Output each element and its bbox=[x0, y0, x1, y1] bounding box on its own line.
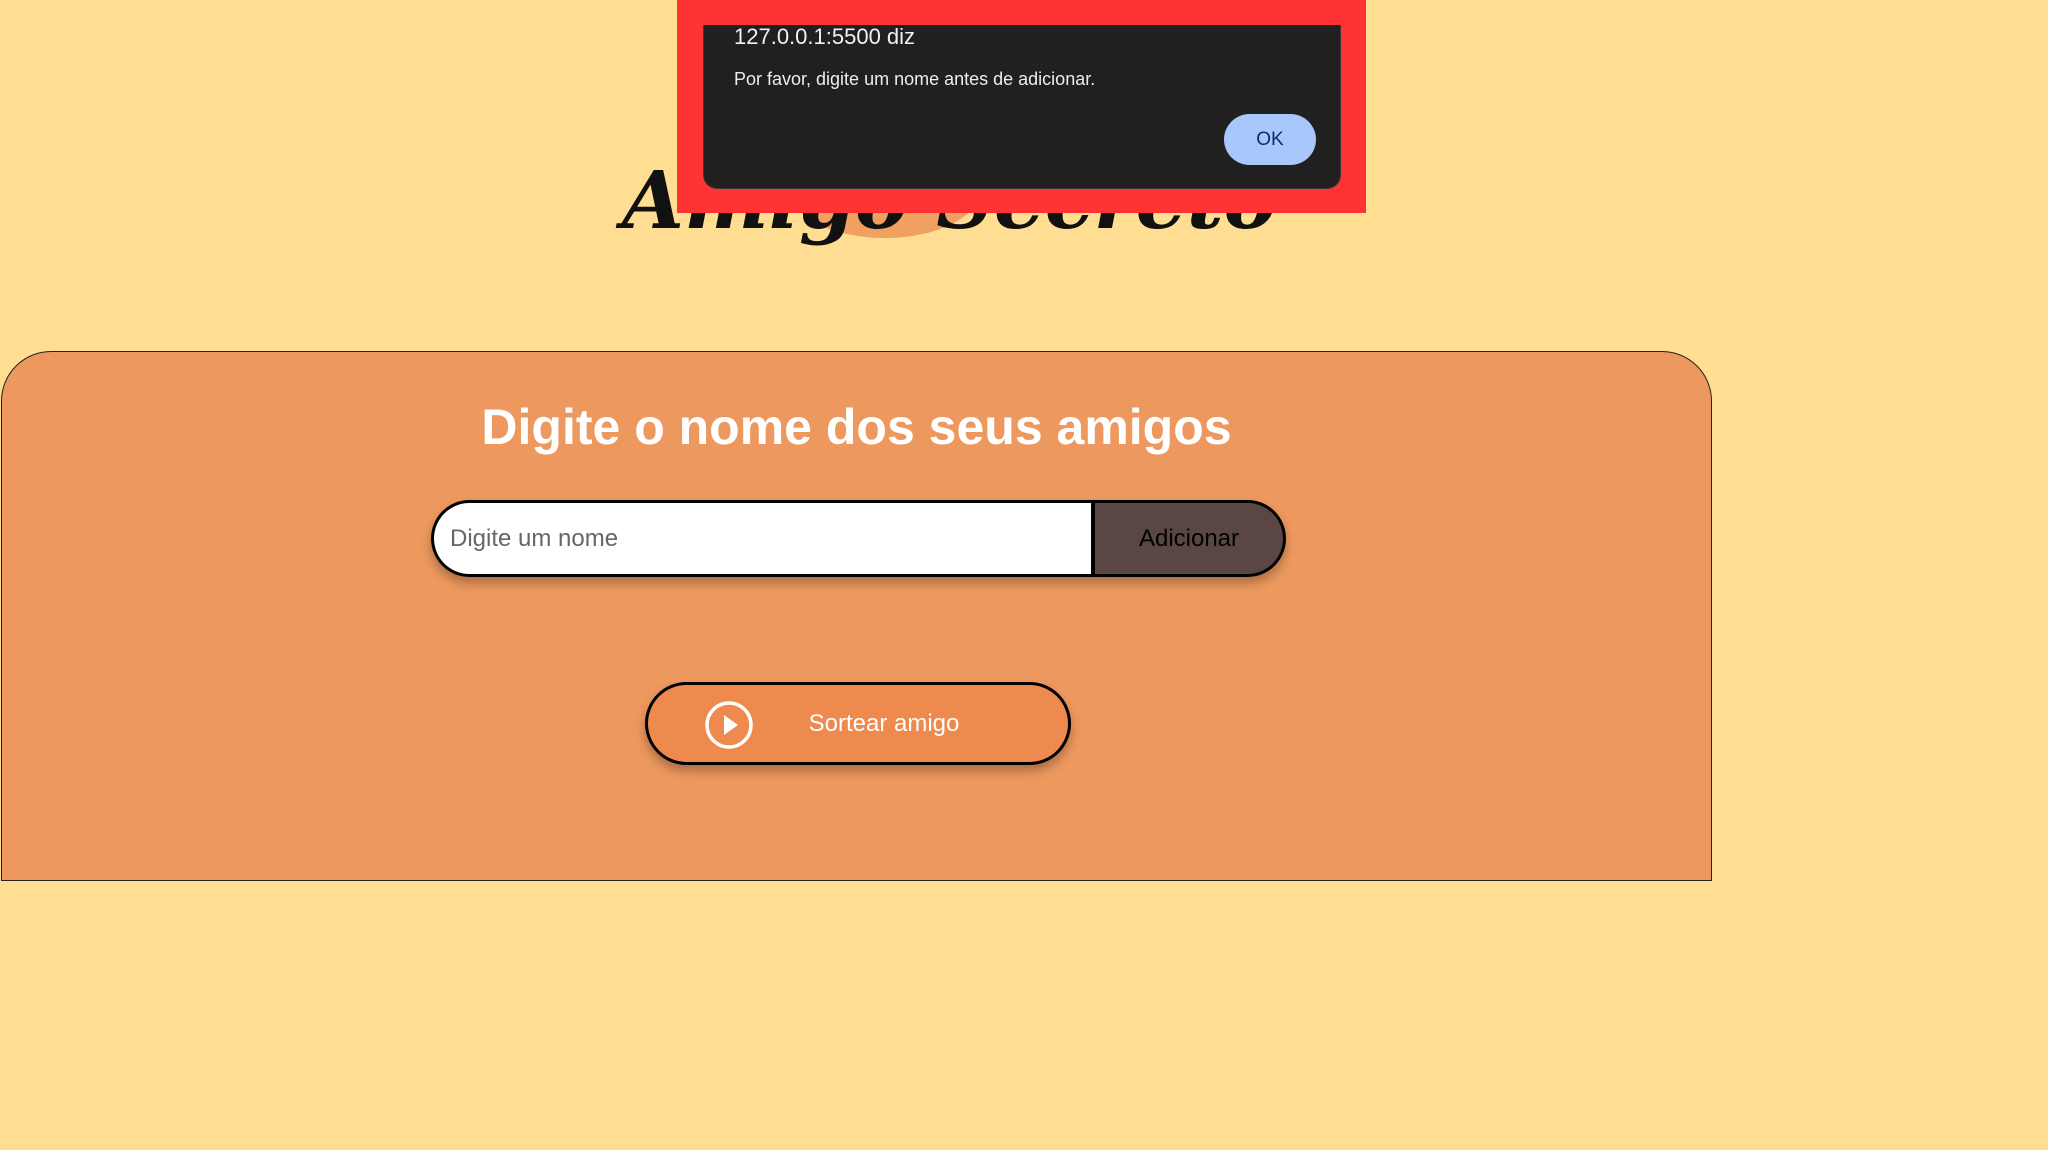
add-friend-form: Adicionar bbox=[431, 500, 1286, 577]
section-heading: Digite o nome dos seus amigos bbox=[481, 399, 1232, 455]
draw-friend-button[interactable]: Sortear amigo bbox=[645, 682, 1071, 765]
alert-title: 127.0.0.1:5500 diz bbox=[734, 24, 916, 49]
alert-dialog: 127.0.0.1:5500 diz Por favor, digite um … bbox=[703, 25, 1341, 189]
alert-ok-button[interactable]: OK bbox=[1224, 114, 1316, 165]
add-button[interactable]: Adicionar bbox=[1091, 500, 1286, 577]
draw-button-label: Sortear amigo bbox=[808, 709, 960, 737]
alert-message: Por favor, digite um nome antes de adici… bbox=[734, 69, 1096, 89]
main-panel: Digite o nome dos seus amigos Adicionar … bbox=[1, 351, 1712, 881]
name-input[interactable] bbox=[431, 500, 1091, 577]
